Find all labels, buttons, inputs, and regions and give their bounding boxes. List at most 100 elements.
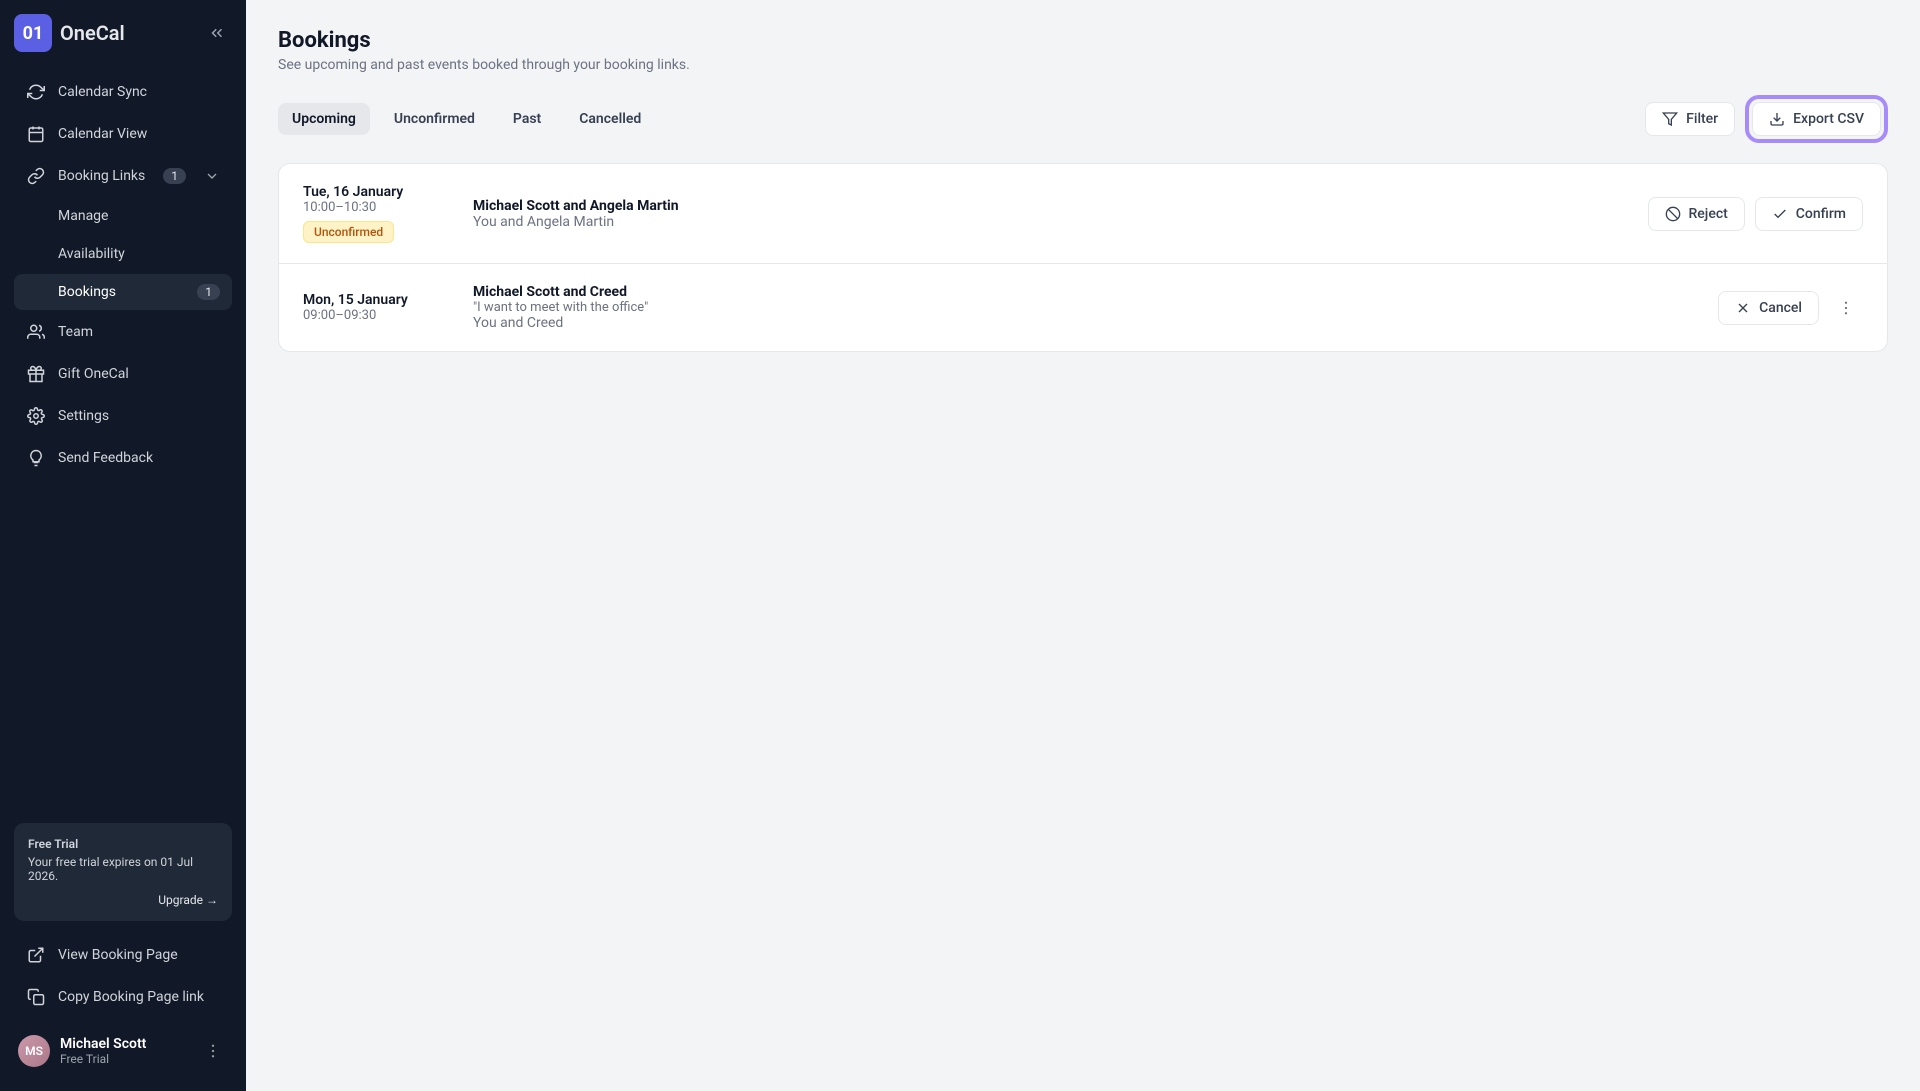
user-plan: Free Trial [60,1052,146,1066]
badge: 1 [197,284,220,300]
booking-time: 10:00–10:30 [303,200,443,215]
avatar: MS [18,1035,50,1067]
more-vertical-icon [204,1042,222,1060]
download-icon [1769,111,1785,127]
booking-date-block: Mon, 15 January 09:00–09:30 [303,292,443,323]
refresh-icon [26,82,46,102]
sidebar: 01 OneCal Calendar Sync Calendar View Bo… [0,0,246,1091]
sidebar-item-label: View Booking Page [58,947,178,963]
booking-date: Tue, 16 January [303,184,443,200]
status-badge: Unconfirmed [303,221,394,243]
brand: 01 OneCal [14,14,232,52]
export-label: Export CSV [1793,111,1864,127]
booking-info: Michael Scott and Angela Martin You and … [473,198,1618,230]
calendar-icon [26,124,46,144]
nav: Calendar Sync Calendar View Booking Link… [14,72,232,478]
sidebar-item-calendar-sync[interactable]: Calendar Sync [14,72,232,112]
cancel-label: Cancel [1759,300,1802,316]
page-subtitle: See upcoming and past events booked thro… [278,57,1888,73]
booking-actions: Cancel [1718,291,1863,325]
tab-past[interactable]: Past [499,103,555,135]
sidebar-item-label: Settings [58,408,109,424]
sidebar-item-manage[interactable]: Manage [14,198,232,234]
main: Bookings See upcoming and past events bo… [246,0,1920,1091]
external-link-icon [26,945,46,965]
brand-logo: 01 [14,14,52,52]
close-icon [1735,300,1751,316]
sidebar-item-settings[interactable]: Settings [14,396,232,436]
sidebar-item-booking-links[interactable]: Booking Links 1 [14,156,232,196]
user-info: Michael Scott Free Trial [60,1036,146,1066]
bottom-links: View Booking Page Copy Booking Page link [14,935,232,1017]
filter-label: Filter [1686,111,1718,127]
tab-cancelled[interactable]: Cancelled [565,103,655,135]
export-highlight: Export CSV [1745,95,1888,143]
sidebar-item-label: Bookings [58,284,116,300]
trial-text: Your free trial expires on 01 Jul 2026. [28,855,218,883]
sidebar-item-calendar-view[interactable]: Calendar View [14,114,232,154]
booking-title: Michael Scott and Creed [473,284,1688,300]
gear-icon [26,406,46,426]
trial-box: Free Trial Your free trial expires on 01… [14,823,232,921]
more-vertical-icon [1837,299,1855,317]
sidebar-item-label: Send Feedback [58,450,153,466]
bookings-list: Tue, 16 January 10:00–10:30 Unconfirmed … [278,163,1888,352]
sidebar-item-gift[interactable]: Gift OneCal [14,354,232,394]
tab-upcoming[interactable]: Upcoming [278,103,370,135]
booking-time: 09:00–09:30 [303,308,443,323]
toolbar: Upcoming Unconfirmed Past Cancelled Filt… [278,95,1888,143]
brand-name: OneCal [60,21,125,45]
cancel-button[interactable]: Cancel [1718,291,1819,325]
sidebar-item-label: Calendar View [58,126,147,142]
users-icon [26,322,46,342]
booking-date: Mon, 15 January [303,292,443,308]
sidebar-item-label: Availability [58,246,125,262]
reject-button[interactable]: Reject [1648,197,1745,231]
tab-unconfirmed[interactable]: Unconfirmed [380,103,489,135]
booking-title: Michael Scott and Angela Martin [473,198,1618,214]
chevron-down-icon [204,168,220,184]
badge: 1 [163,168,186,184]
sidebar-item-label: Manage [58,208,108,224]
booking-people: You and Creed [473,315,1688,331]
user-row: MS Michael Scott Free Trial [14,1025,232,1077]
filter-button[interactable]: Filter [1645,102,1735,136]
view-booking-page-link[interactable]: View Booking Page [14,935,232,975]
sidebar-item-bookings[interactable]: Bookings 1 [14,274,232,310]
booking-row: Mon, 15 January 09:00–09:30 Michael Scot… [279,263,1887,351]
booking-info: Michael Scott and Creed "I want to meet … [473,284,1688,331]
user-menu-button[interactable] [198,1036,228,1066]
lightbulb-icon [26,448,46,468]
sidebar-item-label: Copy Booking Page link [58,989,204,1005]
page-title: Bookings [278,28,1888,53]
trial-title: Free Trial [28,837,218,851]
ban-icon [1665,206,1681,222]
sidebar-item-label: Calendar Sync [58,84,147,100]
tabs: Upcoming Unconfirmed Past Cancelled [278,103,655,135]
sidebar-item-label: Gift OneCal [58,366,129,382]
booking-date-block: Tue, 16 January 10:00–10:30 Unconfirmed [303,184,443,243]
sidebar-item-label: Team [58,324,93,340]
link-icon [26,166,46,186]
user-name: Michael Scott [60,1036,146,1052]
booking-row: Tue, 16 January 10:00–10:30 Unconfirmed … [279,164,1887,263]
chevrons-left-icon [208,24,226,42]
more-button[interactable] [1829,291,1863,325]
filter-icon [1662,111,1678,127]
confirm-label: Confirm [1796,206,1846,222]
booking-quote: "I want to meet with the office" [473,300,1688,315]
booking-actions: Reject Confirm [1648,197,1864,231]
collapse-sidebar-button[interactable] [202,18,232,48]
export-csv-button[interactable]: Export CSV [1752,102,1881,136]
sidebar-item-label: Booking Links [58,168,145,184]
upgrade-link[interactable]: Upgrade → [28,893,218,907]
confirm-button[interactable]: Confirm [1755,197,1863,231]
sidebar-item-team[interactable]: Team [14,312,232,352]
sidebar-item-feedback[interactable]: Send Feedback [14,438,232,478]
sidebar-item-availability[interactable]: Availability [14,236,232,272]
copy-icon [26,987,46,1007]
reject-label: Reject [1689,206,1728,222]
booking-people: You and Angela Martin [473,214,1618,230]
gift-icon [26,364,46,384]
copy-booking-page-link[interactable]: Copy Booking Page link [14,977,232,1017]
